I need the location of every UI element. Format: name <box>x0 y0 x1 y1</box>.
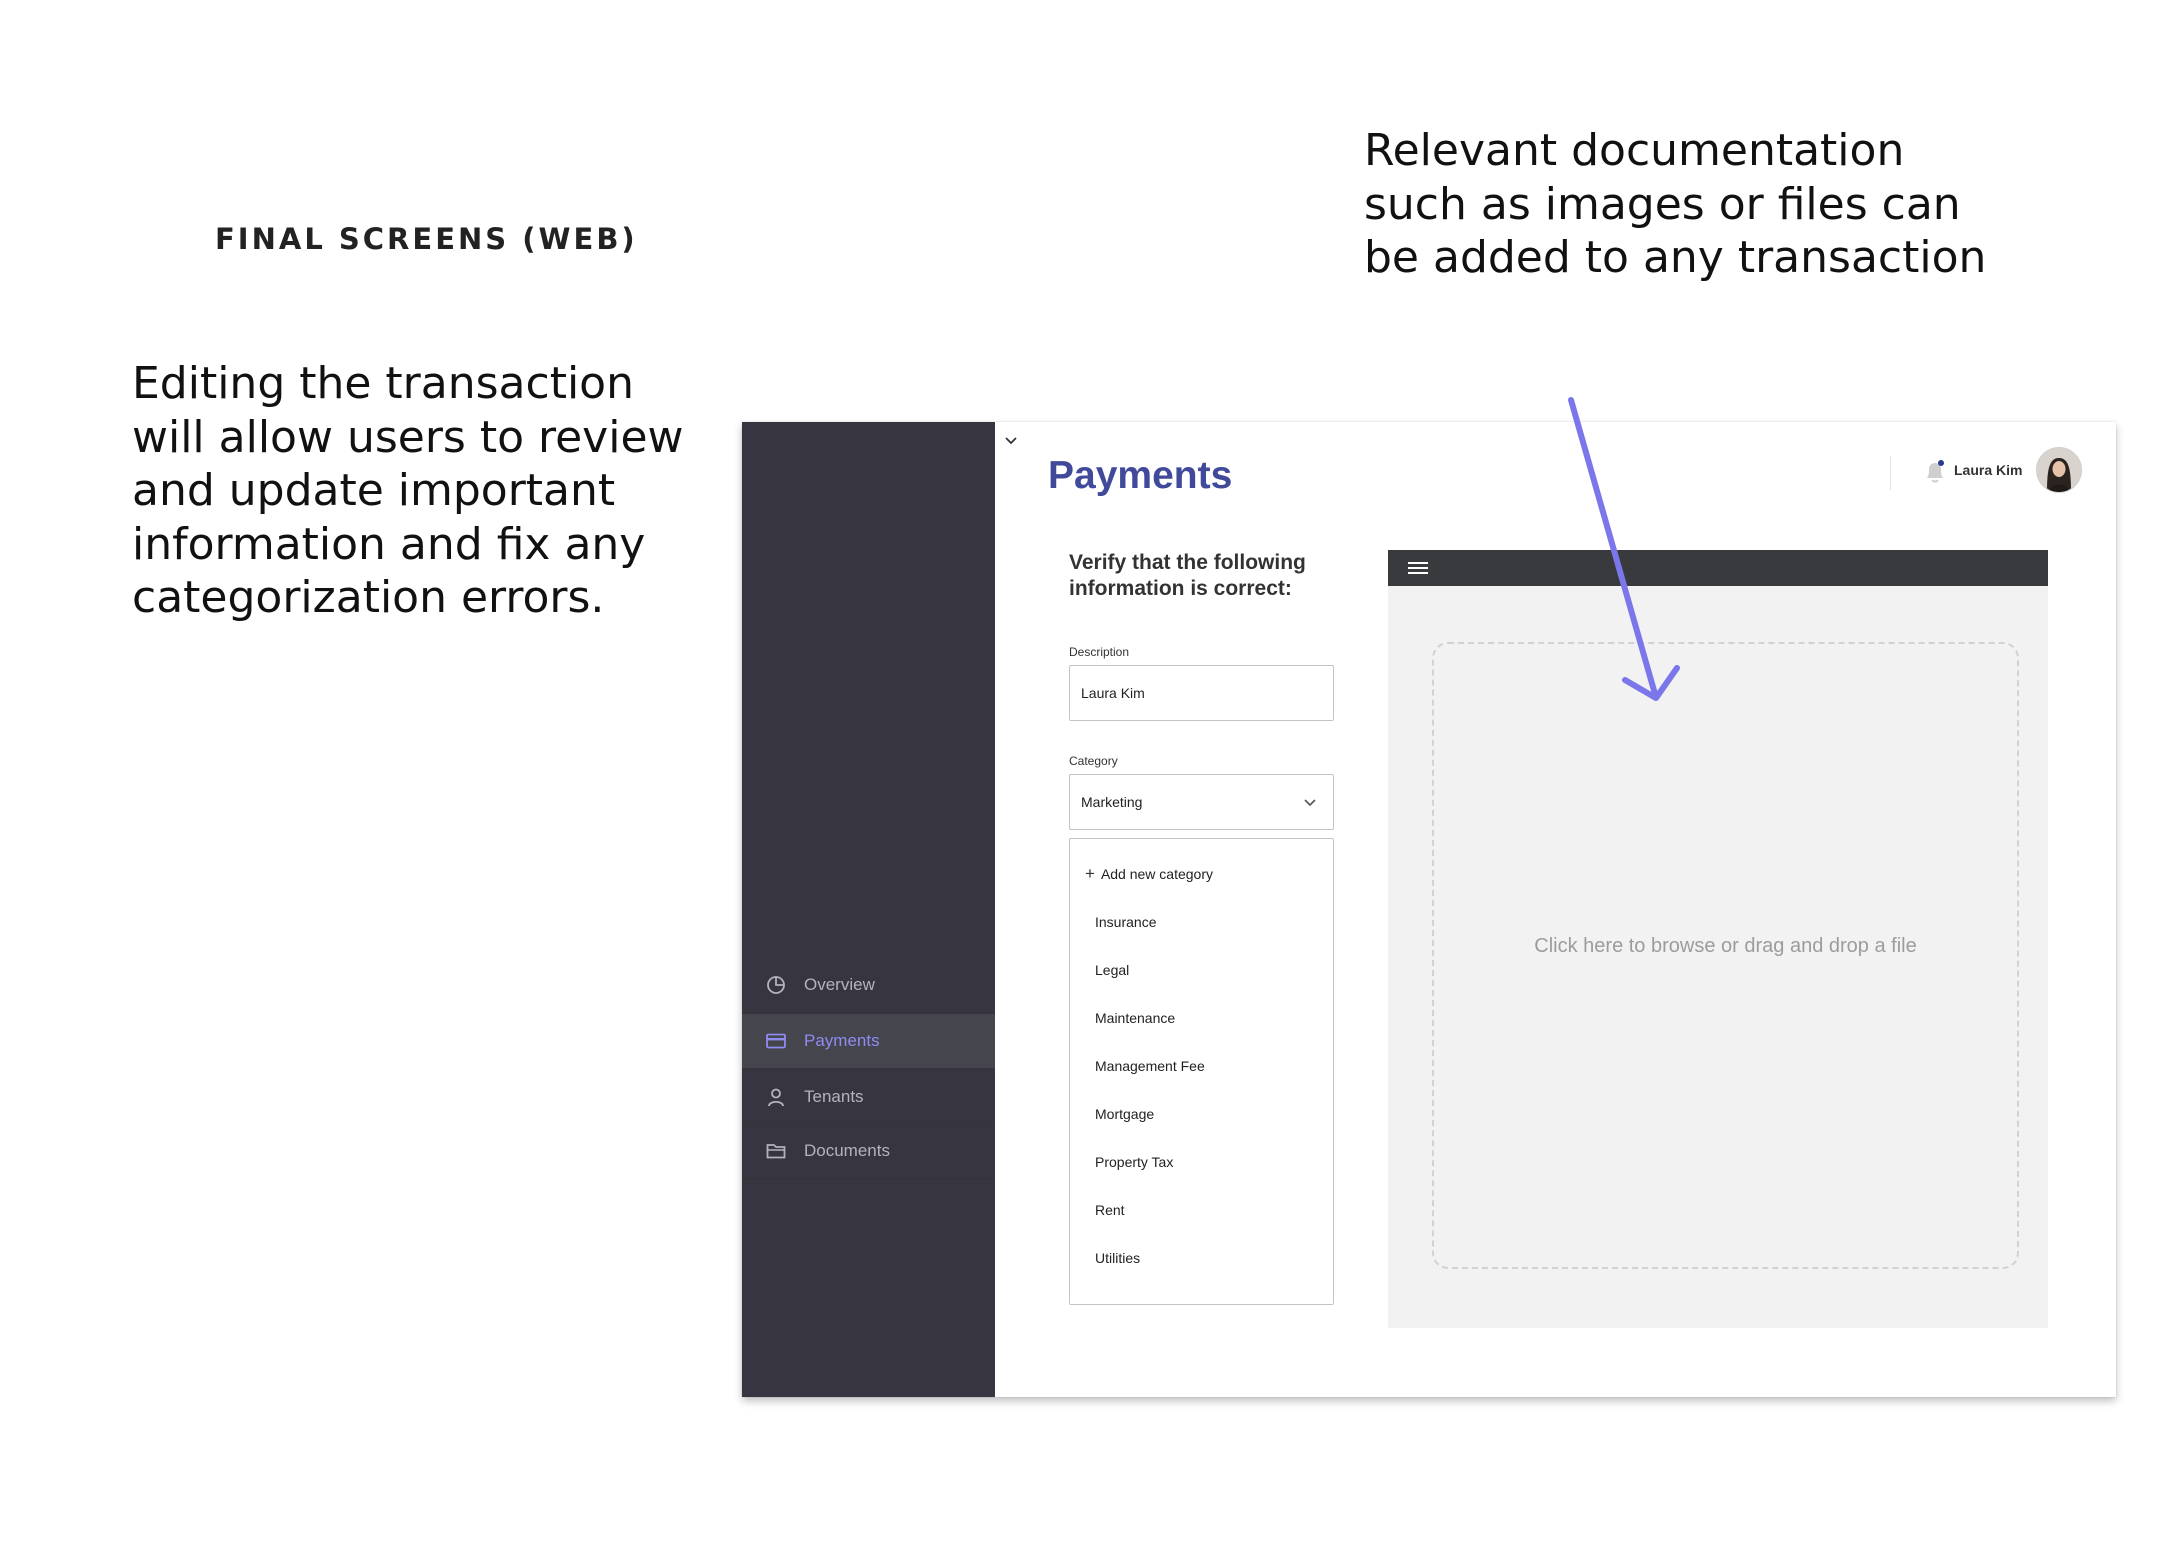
category-select[interactable]: Marketing <box>1069 774 1334 830</box>
sidebar-item-label: Payments <box>804 1031 880 1050</box>
description-input[interactable] <box>1069 665 1334 721</box>
section-title: FINAL SCREENS (WEB) <box>215 222 638 256</box>
menu-icon[interactable] <box>1408 561 1428 575</box>
sidebar-item-documents[interactable]: Documents <box>742 1124 995 1179</box>
app-window: Overview Payments Tenants Documents Paym… <box>742 422 2116 1397</box>
dropdown-option[interactable]: Insurance <box>1095 907 1156 937</box>
person-icon <box>765 1086 787 1108</box>
sidebar-item-tenants[interactable]: Tenants <box>742 1070 995 1125</box>
folder-icon <box>765 1140 787 1162</box>
dropdown-option[interactable]: Mortgage <box>1095 1099 1154 1129</box>
avatar[interactable] <box>2036 447 2082 493</box>
dropzone-text: Click here to browse or drag and drop a … <box>1534 935 1917 957</box>
dropdown-option[interactable]: Legal <box>1095 955 1129 985</box>
caption-left: Editing the transaction will allow users… <box>132 358 684 623</box>
plus-icon: + <box>1085 864 1095 883</box>
add-category-label: Add new category <box>1100 866 1214 882</box>
category-dropdown: + Add new category Insurance Legal Maint… <box>1069 838 1334 1305</box>
form-heading: Verify that the following information is… <box>1069 551 1306 600</box>
upload-panel-header <box>1388 550 2048 586</box>
user-name[interactable]: Laura Kim <box>1954 462 2022 478</box>
sidebar: Overview Payments Tenants Documents <box>742 422 995 1397</box>
sidebar-item-label: Tenants <box>804 1087 864 1106</box>
dropdown-option[interactable]: Utilities <box>1095 1243 1140 1273</box>
dropdown-option[interactable]: Management Fee <box>1095 1051 1205 1081</box>
sidebar-item-overview[interactable]: Overview <box>742 958 995 1013</box>
caption-right: Relevant documentation such as images or… <box>1364 125 1987 283</box>
dropdown-option[interactable]: Rent <box>1095 1195 1125 1225</box>
category-label: Category <box>1069 754 1118 768</box>
description-label: Description <box>1069 645 1130 659</box>
sidebar-item-label: Documents <box>804 1141 890 1160</box>
upload-panel: Click here to browse or drag and drop a … <box>1388 550 2048 1328</box>
add-category-button[interactable]: + Add new category <box>1085 859 1213 889</box>
page-title: Payments <box>1048 454 1233 497</box>
file-dropzone[interactable]: Click here to browse or drag and drop a … <box>1432 642 2019 1269</box>
sidebar-item-payments[interactable]: Payments <box>742 1014 995 1069</box>
chevron-down-icon <box>1304 799 1316 807</box>
topbar-divider <box>1890 456 1891 490</box>
category-selected-value: Marketing <box>1081 794 1143 810</box>
dropdown-option[interactable]: Maintenance <box>1095 1003 1175 1033</box>
dropdown-option[interactable]: Property Tax <box>1095 1147 1173 1177</box>
sidebar-item-label: Overview <box>804 975 875 994</box>
bell-icon[interactable] <box>1922 458 1948 486</box>
credit-card-icon <box>765 1030 787 1052</box>
chevron-down-icon[interactable] <box>1004 434 1018 448</box>
pie-chart-icon <box>765 974 787 996</box>
